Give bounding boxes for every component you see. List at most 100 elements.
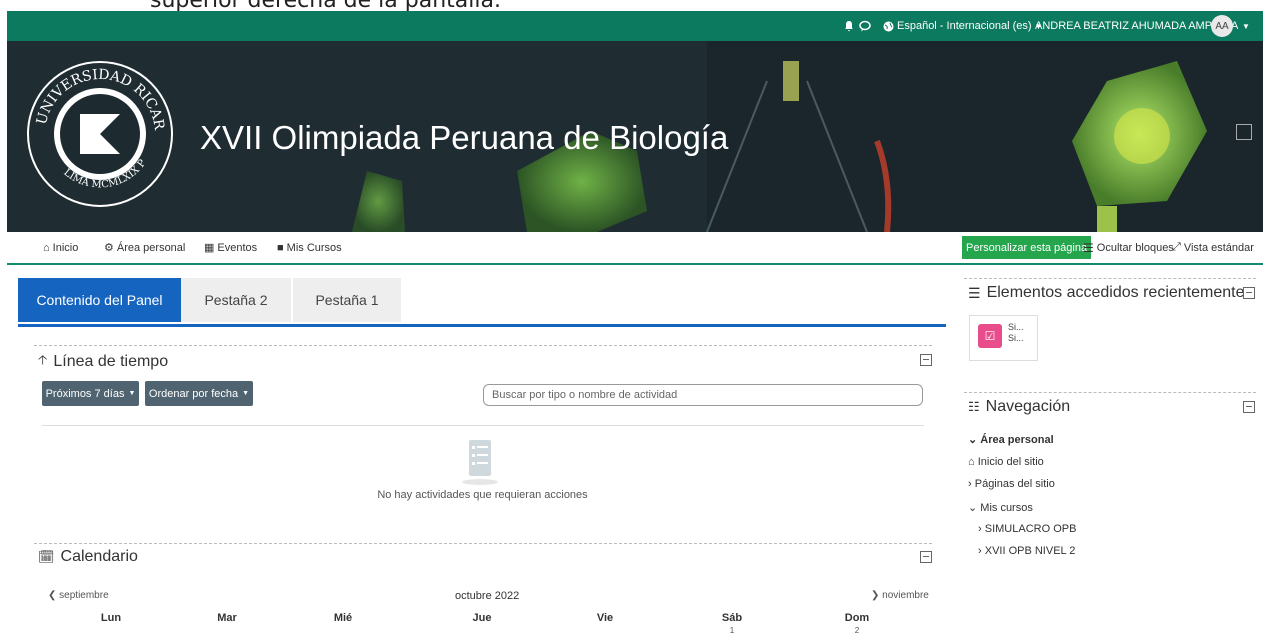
user-name[interactable]: ANDREA BEATRIZ AHUMADA AMPUDIA [1035,11,1238,41]
prev-month-link[interactable]: ❮ septiembre [48,590,109,601]
calendar-icon: ▦ [204,242,215,254]
nav-tree-label: Área personal [980,434,1054,446]
indent-icon: ☰ [1083,240,1094,255]
recent-items-header: ☰ Elementos accedidos recientemente [968,284,1244,302]
nav-tree-mis-cursos[interactable]: ⌄ Mis cursos [968,501,1033,514]
divider [34,543,932,544]
sort-label: Ordenar por fecha [148,387,239,400]
current-month: octubre 2022 [455,590,520,602]
calendar-title: Calendario [60,548,138,565]
nav-item-label: Mis Cursos [286,241,342,254]
timeline-title: Línea de tiempo [53,353,169,370]
calendar-header: 🗓 Calendario [38,548,138,566]
day-header: Vie [596,612,614,624]
recent-item-text: Si... Si... [1008,322,1024,344]
home-icon: ⌂ [968,456,975,468]
hide-blocks-label: Ocultar bloques [1096,241,1174,254]
nav-item-area-personal[interactable]: ⚙ Área personal [104,232,185,263]
navigation-header: ☷ Navegación [968,398,1070,416]
globe-icon [883,21,894,31]
chat-icon[interactable] [859,11,871,41]
day-header: Mié [333,612,353,624]
divider [42,425,924,426]
hide-blocks-button[interactable]: ☰ Ocultar bloques [1083,232,1174,263]
recent-item[interactable]: ☑ Si... Si... [969,315,1038,361]
nav-item-mis-cursos[interactable]: ■ Mis Cursos [277,232,342,263]
dashboard-tabs: Contenido del Panel Pestaña 2 Pestaña 1 [18,278,946,327]
divider [34,345,932,346]
next-month-link[interactable]: ❯ noviembre [871,590,929,601]
search-icon[interactable] [1236,124,1252,140]
activity-search-input[interactable]: Buscar por tipo o nombre de actividad [483,384,923,406]
compress-icon: ⤢ [1172,241,1181,253]
prev-month-label: septiembre [59,590,109,601]
recent-item-line: Si... [1008,322,1024,332]
nav-item-label: Inicio [52,241,79,254]
briefcase-icon: ■ [277,241,284,254]
bell-icon[interactable] [843,11,855,41]
nav-tree-label: XVII OPB NIVEL 2 [984,545,1076,557]
language-label: Español - Internacional (es) [897,20,1032,32]
nav-tree-paginas-sitio[interactable]: › Páginas del sitio [968,478,1055,490]
university-logo: UNIVERSIDAD RICARDO PALMA LIMA MCMLXIX P… [25,59,175,209]
next-month-label: noviembre [882,590,929,601]
collapse-icon[interactable] [920,354,932,366]
calendar-icon: 🗓 [38,549,55,564]
nav-tree-label: Páginas del sitio [974,478,1055,490]
nav-tree-course[interactable]: › SIMULACRO OPB [978,523,1076,535]
nav-tree-label: Inicio del sitio [977,456,1044,468]
menu-icon: ☰ [968,284,981,301]
divider [964,392,1256,393]
course-title: XVII Olimpiada Peruana de Biología [200,119,729,156]
empty-message: No hay actividades que requieran accione… [377,489,588,501]
calendar-day[interactable]: 1 [722,626,742,635]
nav-tree-inicio-sitio[interactable]: ⌂ Inicio del sitio [968,456,1044,468]
nav-tree-label: Mis cursos [980,502,1033,514]
tab-pestana-2[interactable]: Pestaña 2 [181,278,291,322]
avatar[interactable]: AA [1211,15,1233,37]
nav-item-label: Eventos [217,241,258,254]
recent-items-title: Elementos accedidos recientemente [986,284,1245,301]
chevron-down-icon[interactable]: ▼ [1242,11,1250,41]
day-header: Mar [217,612,237,624]
tab-pestana-1[interactable]: Pestaña 1 [293,278,401,322]
divider [964,278,1256,279]
sitemap-icon: ☷ [968,399,980,414]
day-header: Sáb [721,612,743,624]
sort-dropdown[interactable]: Ordenar por fecha ▼ [145,381,253,406]
navigation-title: Navegación [985,398,1071,415]
arrow-up-icon: 🡡 [38,352,48,367]
nav-item-label: Área personal [116,241,186,254]
language-menu[interactable]: Español - Internacional (es) ▼ [883,11,1042,41]
chevron-down-icon: ▼ [128,390,136,397]
nav-item-inicio[interactable]: ⌂ Inicio [43,232,78,263]
day-header: Dom [844,612,870,624]
tab-contenido-panel[interactable]: Contenido del Panel [18,278,181,322]
user-menu[interactable]: AA [1211,11,1233,41]
standard-view-button[interactable]: ⤢ Vista estándar [1172,232,1254,263]
calendar-day[interactable]: 2 [847,626,867,635]
recent-item-line: Si... [1008,333,1024,343]
collapse-icon[interactable] [1243,401,1255,413]
day-header: Jue [472,612,492,624]
filter-dropdown[interactable]: Próximos 7 días ▼ [42,381,139,406]
nav-tree-area-personal[interactable]: ⌄ Área personal [968,433,1054,446]
dashboard-icon: ⚙ [104,242,114,254]
nav-tree-label: SIMULACRO OPB [984,523,1077,535]
assignment-icon: ☑ [978,324,1002,348]
home-icon: ⌂ [43,241,50,254]
customize-page-button[interactable]: Personalizar esta página [962,236,1092,259]
main-navbar: ⌂ Inicio ⚙ Área personal ▦ Eventos ■ Mis… [7,232,1263,265]
top-bar: Español - Internacional (es) ▼ ANDREA BE… [7,11,1263,41]
timeline-header: 🡡 Línea de tiempo [38,351,168,373]
day-header: Lun [100,612,122,624]
collapse-icon[interactable] [1243,287,1255,299]
course-banner: UNIVERSIDAD RICARDO PALMA LIMA MCMLXIX P… [7,41,1263,232]
nav-item-eventos[interactable]: ▦ Eventos [204,232,257,263]
chevron-down-icon: ▼ [242,390,250,397]
empty-list-icon [462,440,498,485]
collapse-icon[interactable] [920,551,932,563]
nav-tree-course[interactable]: › XVII OPB NIVEL 2 [978,545,1075,557]
standard-view-label: Vista estándar [1183,241,1254,254]
filter-label: Próximos 7 días [45,387,125,400]
